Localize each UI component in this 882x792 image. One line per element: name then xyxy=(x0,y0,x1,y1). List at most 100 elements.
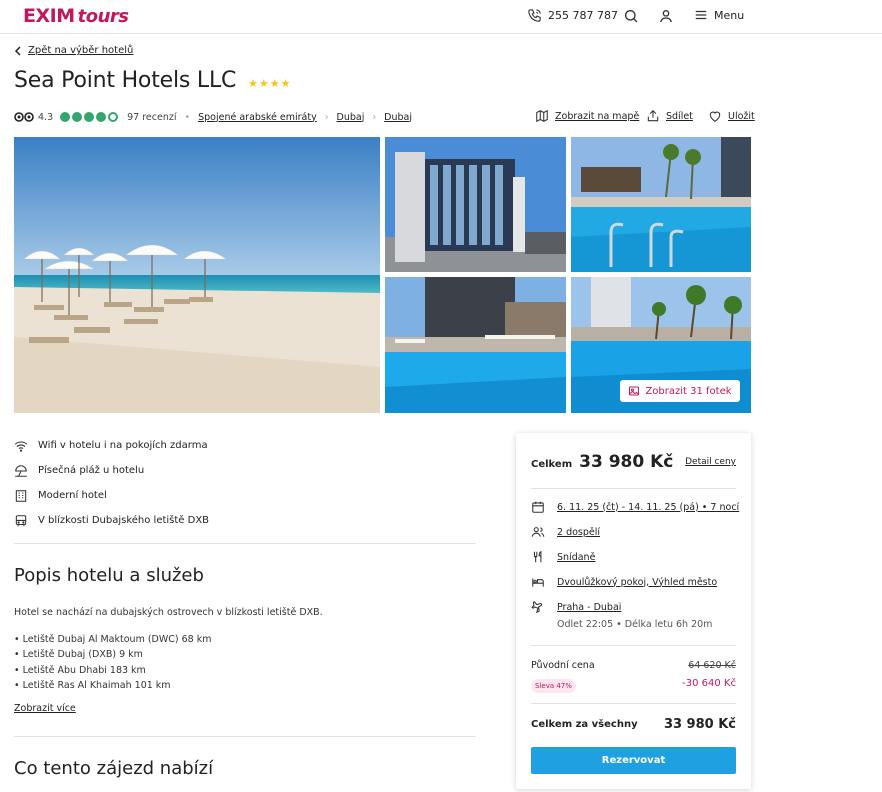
search-icon[interactable] xyxy=(623,8,639,24)
show-on-map-button[interactable]: Zobrazit na mapě xyxy=(535,109,639,123)
rating-dot xyxy=(60,112,71,122)
feature-item: Wifi v hotelu i na pokojích zdarma xyxy=(14,433,209,458)
card-divider xyxy=(531,488,736,489)
flight-info: Odlet 22:05 • Délka letu 6h 20m xyxy=(557,619,713,630)
price-detail-link[interactable]: Detail ceny xyxy=(685,457,736,467)
show-on-map-label: Zobrazit na mapě xyxy=(555,110,640,122)
total-all-label: Celkem za všechny xyxy=(531,719,638,730)
airplane-icon xyxy=(531,601,543,614)
save-button[interactable]: Uložit xyxy=(708,109,755,123)
section-divider xyxy=(14,543,476,544)
total-price: 33 980 Kč xyxy=(579,452,674,472)
list-item: Letiště Ras Al Khaimah 101 km xyxy=(14,678,211,693)
reviews-count[interactable]: 97 recenzí xyxy=(127,112,176,123)
feature-text: Wifi v hotelu i na pokojích zdarma xyxy=(38,440,208,451)
tripadvisor-icon xyxy=(14,112,34,122)
save-label: Uložit xyxy=(728,110,755,122)
discount-badge: Sleva 47% xyxy=(531,679,576,693)
logo-sub: tours xyxy=(77,6,129,27)
airport-distances-list: Letiště Dubaj Al Maktoum (DWC) 68 km Let… xyxy=(14,632,212,693)
persons-text: 2 dospělí xyxy=(557,526,601,538)
hotel-title: Sea Point Hotels LLC xyxy=(14,68,237,93)
description-heading: Popis hotelu a služeb xyxy=(14,565,204,586)
separator-dot: • xyxy=(184,111,191,123)
menu-label: Menu xyxy=(714,8,745,22)
rating-value: 4.3 xyxy=(38,111,54,123)
flight-text: Praha - Dubai xyxy=(557,601,622,613)
rating-dot xyxy=(96,112,107,122)
building-icon xyxy=(15,489,27,502)
top-header: EXIM tours 255 787 787 Menu xyxy=(0,0,882,34)
discount-amount: -30 640 Kč xyxy=(682,678,736,689)
rating-dot xyxy=(108,112,119,122)
share-icon xyxy=(647,110,659,122)
total-all-price: 33 980 Kč xyxy=(663,717,736,732)
gallery-main-photo-beach[interactable] xyxy=(14,137,380,413)
show-more-link[interactable]: Zobrazit více xyxy=(14,703,76,714)
list-item: Letiště Abu Dhabi 183 km xyxy=(14,663,211,678)
room-text: Dvoulůžkový pokoj, Výhled město xyxy=(557,576,718,588)
back-link[interactable]: Zpět na výběr hotelů xyxy=(14,45,133,56)
chevron-left-icon xyxy=(14,45,21,56)
wifi-icon xyxy=(14,441,28,452)
hotel-stars: ★★★★ xyxy=(248,77,292,90)
rating-dot xyxy=(72,112,83,122)
share-label: Sdílet xyxy=(666,110,693,122)
book-button[interactable]: Rezervovat xyxy=(531,747,736,774)
list-item: Letiště Dubaj (DXB) 9 km xyxy=(14,647,211,662)
board-row[interactable]: Snídaně xyxy=(531,550,595,564)
section-divider xyxy=(14,736,476,737)
hotel-meta-row: 4.3 97 recenzí • Spojené arabské emiráty… xyxy=(14,110,412,124)
dates-text: 6. 11. 25 (čt) - 14. 11. 25 (pá) • 7 noc… xyxy=(557,501,740,513)
hotel-features-list: Wifi v hotelu i na pokojích zdarma Píseč… xyxy=(14,433,209,533)
gallery-photo-pool-terrace[interactable] xyxy=(385,277,566,413)
dates-row[interactable]: 6. 11. 25 (čt) - 14. 11. 25 (pá) • 7 noc… xyxy=(531,500,739,514)
breadcrumb-separator: › xyxy=(372,111,377,123)
feature-item: V blízkosti Dubajského letiště DXB xyxy=(14,508,209,533)
bed-icon xyxy=(532,578,544,587)
show-all-photos-label: Zobrazit 31 fotek xyxy=(645,385,732,397)
phone-icon xyxy=(528,9,541,22)
card-divider xyxy=(531,703,736,704)
card-total: Celkem 33 980 Kč xyxy=(531,452,673,472)
rating-dot xyxy=(84,112,95,122)
feature-item: Písečná pláž u hotelu xyxy=(14,458,209,483)
card-divider xyxy=(531,645,736,646)
cutlery-icon xyxy=(533,550,542,563)
flight-row[interactable]: Praha - Dubai xyxy=(531,600,621,614)
feature-text: Moderní hotel xyxy=(38,490,107,501)
user-icon[interactable] xyxy=(658,8,674,24)
phone-link[interactable]: 255 787 787 xyxy=(527,8,618,23)
rating-dots xyxy=(60,112,119,122)
heart-icon xyxy=(709,111,721,122)
breadcrumb-region[interactable]: Dubaj xyxy=(337,112,365,123)
price-summary-card: Celkem 33 980 Kč Detail ceny 6. 11. 25 (… xyxy=(516,433,751,789)
breadcrumb-country[interactable]: Spojené arabské emiráty xyxy=(198,112,317,123)
persons-row[interactable]: 2 dospělí xyxy=(531,525,600,539)
original-price-label: Původní cena xyxy=(531,660,595,671)
show-all-photos-button[interactable]: Zobrazit 31 fotek xyxy=(620,380,740,402)
calendar-icon xyxy=(532,501,544,513)
feature-text: Písečná pláž u hotelu xyxy=(38,465,145,476)
offer-heading: Co tento zájezd nabízí xyxy=(14,758,214,779)
feature-text: V blízkosti Dubajského letiště DXB xyxy=(38,515,210,526)
original-price: 64 620 Kč xyxy=(688,660,736,671)
gallery-photo-building[interactable] xyxy=(385,137,566,272)
bus-icon xyxy=(15,514,27,526)
feature-item: Moderní hotel xyxy=(14,483,209,508)
beach-umbrella-icon xyxy=(15,464,27,477)
description-text: Hotel se nachází na dubajských ostrovech… xyxy=(14,607,323,618)
share-button[interactable]: Sdílet xyxy=(646,109,693,123)
total-label: Celkem xyxy=(531,459,573,470)
hamburger-icon xyxy=(695,10,707,20)
room-row[interactable]: Dvoulůžkový pokoj, Výhled město xyxy=(531,575,717,589)
menu-button[interactable]: Menu xyxy=(694,8,744,22)
image-icon xyxy=(629,386,640,396)
breadcrumb-city[interactable]: Dubaj xyxy=(384,112,412,123)
gallery-photo-pool-ladder[interactable] xyxy=(571,137,751,272)
back-link-label: Zpět na výběr hotelů xyxy=(28,45,134,56)
map-icon xyxy=(536,109,548,123)
exim-tours-logo[interactable]: EXIM tours xyxy=(23,5,129,27)
breadcrumb-separator: › xyxy=(324,111,329,123)
phone-number: 255 787 787 xyxy=(548,9,618,22)
